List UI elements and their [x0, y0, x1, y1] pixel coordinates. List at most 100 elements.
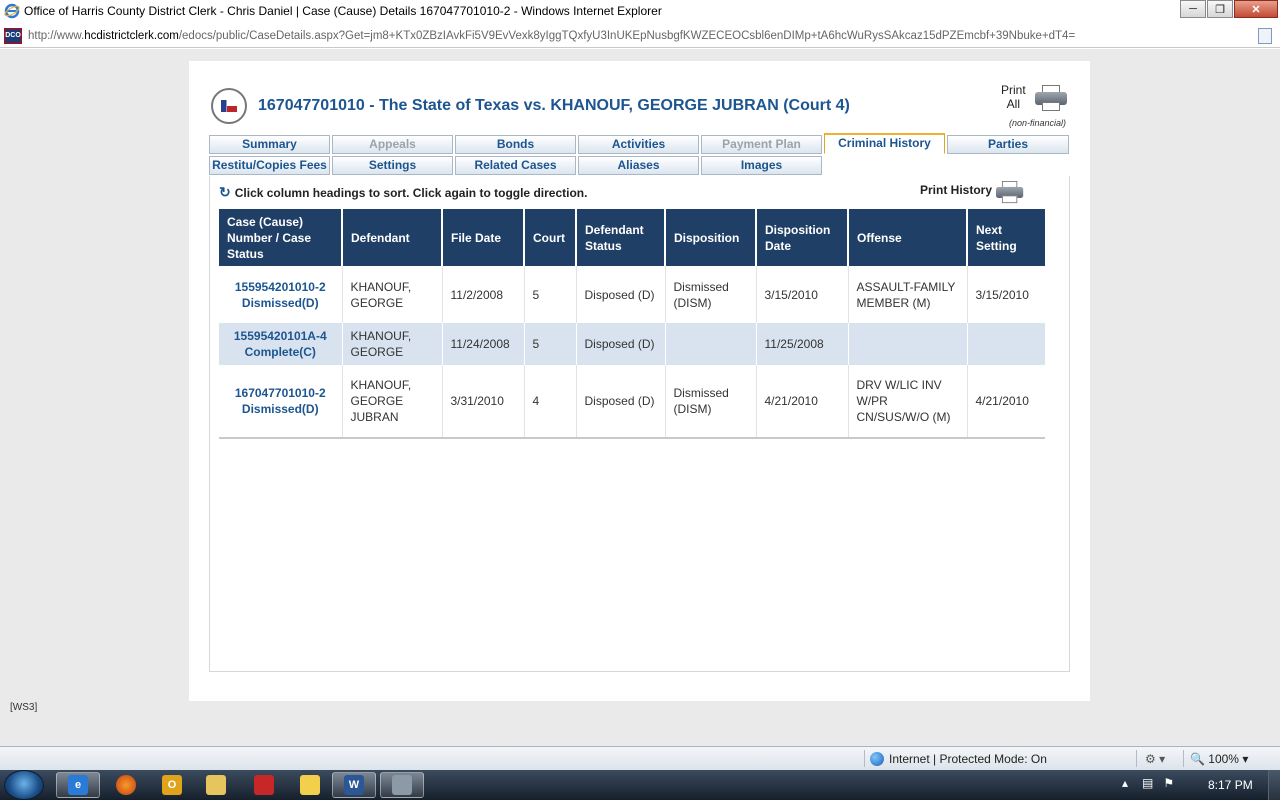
internet-explorer-icon: e [68, 775, 88, 795]
column-header-offense[interactable]: Offense [848, 209, 968, 266]
tab-summary[interactable]: Summary [209, 135, 330, 154]
defendant-status-cell: Disposed (D) [576, 266, 666, 323]
taskbar-calendar-app[interactable] [242, 772, 286, 798]
taskbar-internet-explorer[interactable]: e [56, 772, 100, 798]
tools-dropdown-icon[interactable]: ⚙ ▾ [1145, 752, 1165, 766]
taskbar-word[interactable]: W [332, 772, 376, 798]
app-icon [392, 775, 412, 795]
tab-aliases[interactable]: Aliases [578, 156, 699, 175]
case-title: 167047701010 - The State of Texas vs. KH… [258, 97, 850, 114]
court-cell: 5 [524, 266, 577, 323]
print-all-label-line2: All [1006, 97, 1021, 111]
start-button[interactable] [4, 770, 44, 800]
case-number-link[interactable]: 155954201010-2 [227, 279, 334, 295]
site-favicon: DCO [4, 27, 22, 44]
window-titlebar: Office of Harris County District Clerk -… [0, 0, 1280, 22]
disposition-cell: Dismissed (DISM) [665, 365, 757, 439]
taskbar-app[interactable] [380, 772, 424, 798]
court-cell: 4 [524, 365, 577, 439]
column-header-court[interactable]: Court [524, 209, 577, 266]
tab-appeals[interactable]: Appeals [332, 135, 453, 154]
case-number-cell[interactable]: 155954201010-2 Dismissed(D) [219, 266, 343, 323]
sort-hint-text: Click column headings to sort. Click aga… [234, 185, 588, 200]
window-title: Office of Harris County District Clerk -… [24, 4, 662, 18]
next-setting-cell: 4/21/2010 [967, 365, 1045, 439]
outlook-icon: O [162, 775, 182, 795]
column-header-case-number[interactable]: Case (Cause) Number / Case Status [219, 209, 343, 266]
tab-images[interactable]: Images [701, 156, 822, 175]
minimize-button[interactable]: ─ [1180, 0, 1206, 18]
printer-icon[interactable] [1035, 85, 1067, 111]
offense-cell [848, 323, 968, 365]
column-header-disposition-date[interactable]: Disposition Date [756, 209, 849, 266]
disposition-date-cell: 4/21/2010 [756, 365, 849, 439]
taskbar-outlook[interactable]: O [150, 772, 194, 798]
action-center-flag-icon[interactable]: ⚑ [1163, 776, 1174, 790]
tab-restitution-copies-fees[interactable]: Restitu/Copies Fees [209, 156, 330, 175]
case-details-panel: 167047701010 - The State of Texas vs. KH… [189, 61, 1090, 701]
case-number-cell[interactable]: 167047701010-2 Dismissed(D) [219, 365, 343, 439]
print-all-link[interactable]: Print All [1001, 83, 1026, 111]
tab-payment-plan[interactable]: Payment Plan [701, 135, 822, 154]
server-tag: [WS3] [10, 702, 38, 713]
window-controls: ─ ❐ ✕ [1179, 0, 1278, 18]
column-header-next-setting[interactable]: Next Setting [967, 209, 1045, 266]
taskbar-explorer[interactable] [194, 772, 238, 798]
status-bar: Internet | Protected Mode: On ⚙ ▾ 🔍 100%… [0, 746, 1280, 770]
column-header-file-date[interactable]: File Date [442, 209, 525, 266]
security-zone[interactable]: Internet | Protected Mode: On [870, 752, 1047, 766]
tab-criminal-history[interactable]: Criminal History [824, 133, 945, 154]
disposition-date-cell: 11/25/2008 [756, 323, 849, 365]
file-date-cell: 11/2/2008 [442, 266, 525, 323]
internet-explorer-icon [4, 3, 20, 19]
url-path: /edocs/public/CaseDetails.aspx?Get=jm8+K… [178, 29, 1076, 42]
tab-bonds[interactable]: Bonds [455, 135, 576, 154]
network-icon[interactable]: ▤ [1142, 776, 1153, 790]
page-viewport: 167047701010 - The State of Texas vs. KH… [0, 49, 1280, 746]
zoom-control[interactable]: 🔍 100% ▾ [1190, 752, 1248, 766]
table-row: 15595420101A-4 Complete(C) KHANOUF, GEORG… [219, 323, 1045, 365]
case-number-link[interactable]: 15595420101A-4 [227, 328, 334, 344]
tab-settings[interactable]: Settings [332, 156, 453, 175]
refresh-icon[interactable]: ↻ [219, 184, 231, 201]
compatibility-view-icon[interactable] [1258, 28, 1272, 44]
url-field[interactable]: http://www.hcdistrictclerk.com/edocs/pub… [28, 30, 1248, 42]
tab-activities[interactable]: Activities [578, 135, 699, 154]
defendant-cell: KHANOUF, GEORGE [342, 323, 443, 365]
taskbar-firefox[interactable] [104, 772, 148, 798]
next-setting-cell [967, 323, 1045, 365]
status-divider [1136, 750, 1137, 767]
print-history-printer-icon[interactable] [996, 181, 1024, 204]
file-date-cell: 3/31/2010 [442, 365, 525, 439]
case-number-link[interactable]: 167047701010-2 [227, 385, 334, 401]
defendant-status-cell: Disposed (D) [576, 323, 666, 365]
show-desktop-button[interactable] [1268, 770, 1280, 800]
taskbar: e O W ▴ ▤ ⚑ 8:17 PM [0, 770, 1280, 800]
close-button[interactable]: ✕ [1234, 0, 1278, 18]
harris-county-seal-icon [211, 88, 247, 124]
security-zone-text: Internet | Protected Mode: On [889, 752, 1047, 766]
column-header-defendant[interactable]: Defendant [342, 209, 443, 266]
calendar-icon [254, 775, 274, 795]
tab-parties[interactable]: Parties [947, 135, 1069, 154]
case-status: Complete(C) [244, 345, 316, 359]
print-all-label-line1: Print [1001, 83, 1026, 97]
case-number-cell[interactable]: 15595420101A-4 Complete(C) [219, 323, 343, 365]
defendant-cell: KHANOUF, GEORGE JUBRAN [342, 365, 443, 439]
show-hidden-icons-icon[interactable]: ▴ [1122, 776, 1128, 790]
table-header-row: Case (Cause) Number / Case Status Defend… [219, 209, 1045, 266]
tab-related-cases[interactable]: Related Cases [455, 156, 576, 175]
defendant-cell: KHANOUF, GEORGE [342, 266, 443, 323]
taskbar-clock[interactable]: 8:17 PM [1208, 778, 1253, 792]
non-financial-note: (non-financial) [1009, 118, 1067, 128]
maximize-button[interactable]: ❐ [1207, 0, 1233, 18]
file-date-cell: 11/24/2008 [442, 323, 525, 365]
taskbar-notes-app[interactable] [288, 772, 332, 798]
criminal-history-table: Case (Cause) Number / Case Status Defend… [219, 209, 1045, 439]
print-history-link[interactable]: Print History [920, 183, 992, 197]
system-tray: ▴ ▤ ⚑ [1122, 776, 1174, 790]
address-bar[interactable]: DCO http://www.hcdistrictclerk.com/edocs… [0, 24, 1280, 48]
column-header-defendant-status[interactable]: Defendant Status [576, 209, 666, 266]
url-prefix: http://www. [28, 29, 85, 42]
column-header-disposition[interactable]: Disposition [665, 209, 757, 266]
